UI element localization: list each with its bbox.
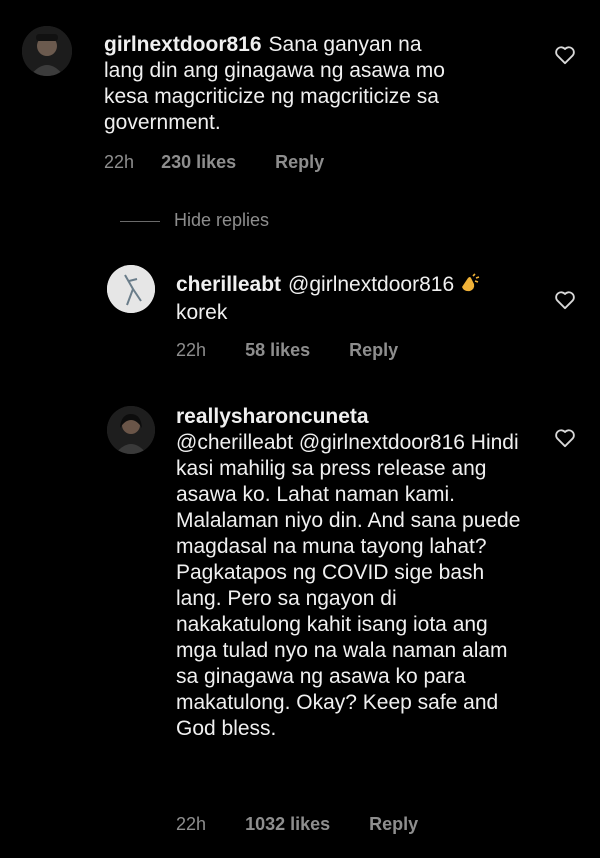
reply-button[interactable]: Reply <box>275 152 324 173</box>
reply-button[interactable]: Reply <box>349 340 398 361</box>
comment-body: @cherilleabt @girlnextdoor816 Hindi kasi… <box>176 431 521 740</box>
timestamp: 22h <box>104 152 135 172</box>
comment-meta: 22h 1032 likes Reply <box>176 814 418 835</box>
profile-photo-sketch-icon <box>107 265 155 313</box>
profile-photo-man-icon <box>22 26 72 76</box>
hide-replies-toggle[interactable]: Hide replies <box>120 210 269 231</box>
avatar[interactable] <box>107 265 155 313</box>
mention-link[interactable]: @girlnextdoor816 <box>288 273 454 296</box>
comment-body: korek <box>176 301 228 324</box>
username[interactable]: reallysharoncuneta <box>176 404 517 430</box>
timestamp: 22h <box>176 814 207 834</box>
username[interactable]: girlnextdoor816 <box>104 33 262 56</box>
divider <box>120 220 160 222</box>
comment-meta: 22h 58 likes Reply <box>176 340 398 361</box>
like-heart-icon[interactable] <box>554 45 576 65</box>
likes-count[interactable]: 230 likes <box>161 152 236 173</box>
likes-count[interactable]: 1032 likes <box>245 814 330 835</box>
clapping-hands-icon <box>458 273 480 300</box>
timestamp: 22h <box>176 340 207 360</box>
reply-reallysharoncuneta: reallysharoncuneta @cherilleabt @girlnext… <box>0 390 600 858</box>
comment-text: girlnextdoor816 Sana ganyan na lang din a… <box>104 32 464 136</box>
comment-text: reallysharoncuneta @cherilleabt @girlnext… <box>176 404 524 742</box>
reply-cherilleabt: cherilleabt @girlnextdoor816 korek 22h 58… <box>0 250 600 370</box>
hide-replies-label: Hide replies <box>174 210 270 230</box>
avatar[interactable] <box>22 26 72 76</box>
like-heart-icon[interactable] <box>554 428 576 448</box>
like-heart-icon[interactable] <box>554 290 576 310</box>
comment-meta: 22h 230 likes Reply <box>104 152 324 173</box>
comment-text: cherilleabt @girlnextdoor816 korek <box>176 272 536 326</box>
username[interactable]: cherilleabt <box>176 273 281 296</box>
profile-photo-woman-icon <box>107 406 155 454</box>
likes-count[interactable]: 58 likes <box>245 340 310 361</box>
avatar[interactable] <box>107 406 155 454</box>
comment-girlnextdoor816: girlnextdoor816 Sana ganyan na lang din a… <box>0 0 600 190</box>
reply-button[interactable]: Reply <box>369 814 418 835</box>
